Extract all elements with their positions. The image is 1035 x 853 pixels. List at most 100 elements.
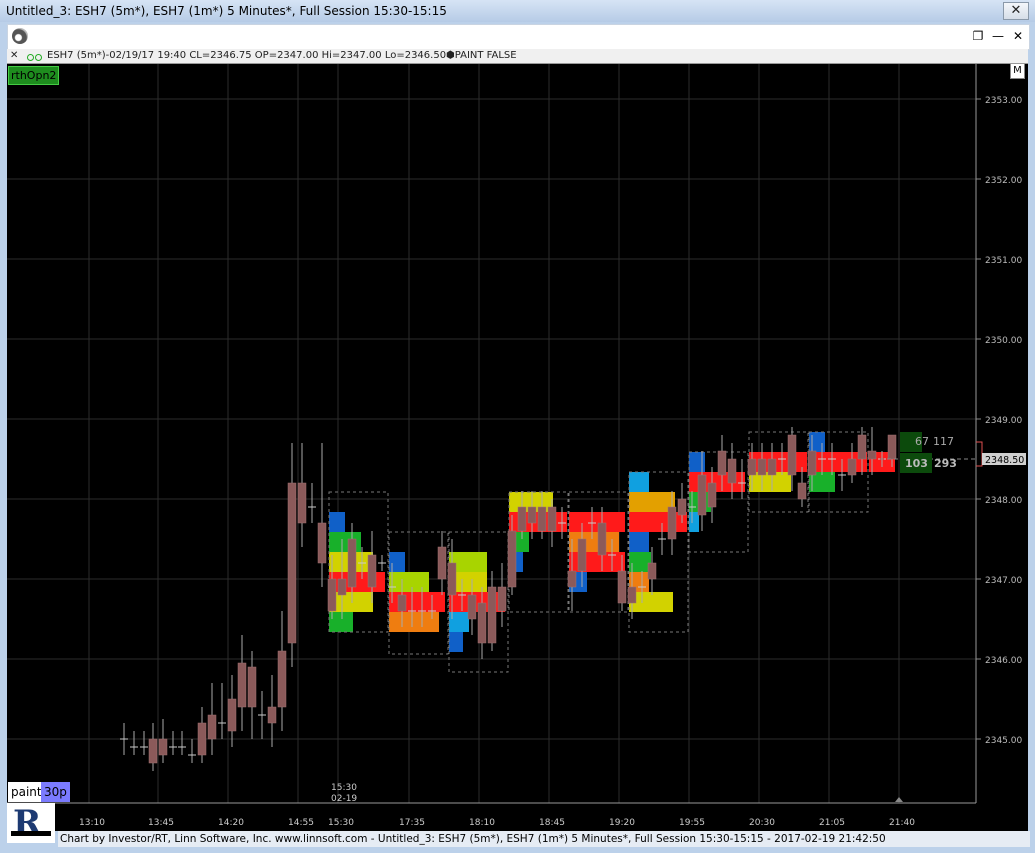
price-label: 2348.00: [985, 496, 1022, 506]
volume-profile-bar: [569, 512, 625, 532]
price-label: 2345.00: [985, 736, 1022, 746]
session-date-label: 02-19: [331, 794, 357, 804]
candle-body: [527, 506, 537, 524]
status-footer: Chart by Investor/RT, Linn Software, Inc…: [58, 831, 1030, 847]
volume-profile-bar: [689, 452, 705, 472]
candle-body: [317, 522, 327, 564]
quote-info-bar: ✕ ESH7 (5m*)-02/19/17 19:40 CL=2346.75 O…: [7, 49, 1028, 64]
candle-body: [517, 506, 527, 532]
candle-body: [797, 482, 807, 500]
volume-profile-bar: [809, 432, 825, 452]
price-chart[interactable]: 2353.00 2352.00 2351.00 2350.00 2349.00 2348.…: [7, 64, 1028, 831]
session-start-label: 15:30: [331, 783, 357, 793]
candle-body: [277, 650, 287, 708]
minimize-button[interactable]: —: [989, 28, 1007, 44]
paint-status[interactable]: ⬢PAINT FALSE: [446, 49, 517, 63]
candle-body: [207, 714, 217, 740]
link-status-icon[interactable]: [27, 52, 45, 61]
candle-body: [227, 698, 237, 732]
time-label: 20:30: [749, 818, 775, 828]
volume-profile-bar: [329, 512, 345, 532]
price-label: 2349.00: [985, 416, 1022, 426]
time-label: 21:40: [889, 818, 915, 828]
indicator-button-rthopn2[interactable]: rthOpn2: [8, 66, 60, 85]
investor-rt-logo: R: [7, 803, 55, 843]
volume-profile-bar: [569, 552, 625, 572]
candle-body: [627, 586, 637, 604]
volume-profile-bar: [449, 592, 505, 612]
candle-body: [727, 458, 737, 484]
candle-body: [237, 662, 247, 708]
candle-body: [467, 594, 477, 620]
chart-toolbar: ❐ — ✕: [7, 24, 1030, 50]
candle-body: [347, 538, 357, 588]
candle-body: [707, 482, 717, 508]
restore-button[interactable]: ❐: [969, 28, 987, 44]
quote-text: ESH7 (5m*)-02/19/17 19:40 CL=2346.75 OP=…: [47, 50, 447, 61]
window-close-button[interactable]: ✕: [1003, 2, 1029, 20]
time-label: 14:55: [288, 818, 314, 828]
candle-body: [767, 458, 777, 476]
candle-body: [807, 450, 817, 476]
chart-area[interactable]: 2353.00 2352.00 2351.00 2350.00 2349.00 2348.…: [7, 64, 1028, 831]
candle-body: [787, 434, 797, 476]
candle-body: [617, 570, 627, 604]
candle-body: [717, 450, 727, 476]
candle-body: [297, 482, 307, 524]
time-label: 18:10: [469, 818, 495, 828]
infobar-close-icon[interactable]: ✕: [10, 49, 18, 63]
candle-body: [857, 434, 867, 460]
candle-body: [747, 458, 757, 476]
time-label: 19:20: [609, 818, 635, 828]
volume-profile-bar: [449, 632, 463, 652]
candle-body: [327, 578, 337, 612]
time-label: 14:20: [218, 818, 244, 828]
close-chart-button[interactable]: ✕: [1009, 28, 1027, 44]
window-title: Untitled_3: ESH7 (5m*), ESH7 (1m*) 5 Min…: [6, 4, 447, 18]
candle-body: [267, 706, 277, 724]
time-label: 17:35: [399, 818, 425, 828]
volume-profile-bar: [749, 452, 807, 472]
volume-profile-bar: [689, 512, 699, 532]
title-bar[interactable]: Untitled_3: ESH7 (5m*), ESH7 (1m*) 5 Min…: [0, 0, 1035, 22]
candle-body: [287, 482, 297, 644]
price-label: 2352.00: [985, 176, 1022, 186]
volume-profile-bar: [389, 572, 429, 592]
ask-value: 67: [915, 435, 929, 448]
paint-toggle[interactable]: paint: [8, 782, 45, 802]
candle-body: [477, 602, 487, 644]
price-label: 2347.00: [985, 576, 1022, 586]
candle-body: [148, 738, 158, 764]
candle-body: [597, 522, 607, 556]
last-price-bracket: [976, 441, 983, 467]
volume-profile-bar: [329, 612, 353, 632]
volume-profile-bar: [629, 532, 649, 552]
candle-body: [247, 666, 257, 708]
candle-body: [447, 562, 457, 596]
period-selector[interactable]: 30p: [41, 782, 70, 802]
candle-body: [497, 586, 507, 612]
time-label: 18:45: [539, 818, 565, 828]
logo-letter: R: [13, 803, 42, 843]
time-label: 19:55: [679, 818, 705, 828]
candle-body: [197, 722, 207, 756]
time-marker-icon: [895, 797, 903, 802]
candle-body: [667, 506, 677, 540]
time-label: 15:30: [328, 818, 354, 828]
candle-body: [867, 450, 877, 460]
candle-body: [437, 546, 447, 580]
candle-body: [577, 538, 587, 572]
price-label: 2346.00: [985, 656, 1022, 666]
volume-profile-bar: [389, 552, 405, 572]
volume-profile-bar: [329, 572, 385, 592]
candle-body: [487, 586, 497, 644]
candle-body: [158, 738, 168, 756]
candle-body: [757, 458, 767, 476]
time-label: 21:05: [819, 818, 845, 828]
ask-total: 117: [933, 435, 954, 448]
candle-body: [537, 506, 547, 532]
candle-body: [397, 594, 407, 612]
app-logo-icon[interactable]: [12, 28, 28, 44]
m-button[interactable]: M: [1010, 64, 1025, 79]
logo-band: [11, 831, 51, 836]
